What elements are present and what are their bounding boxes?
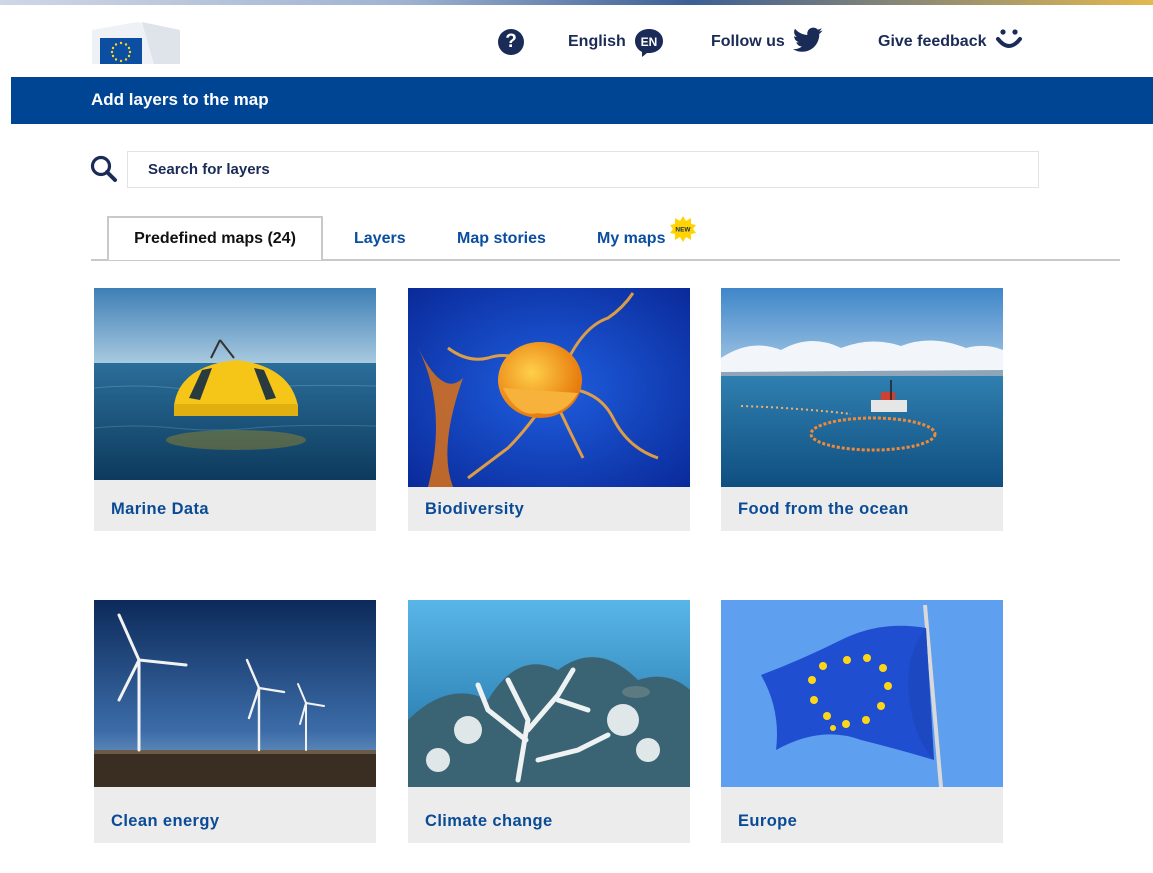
card-label: Europe (738, 812, 798, 830)
new-badge-text: NEW (675, 227, 691, 234)
card-label: Clean energy (111, 812, 220, 830)
search-input[interactable] (127, 151, 1039, 188)
card-label: Climate change (425, 812, 553, 830)
twitter-bird-icon (792, 27, 823, 58)
site-header: ? English EN Follow us Give feedback (0, 5, 1153, 77)
card-climate-change[interactable]: Climate change (408, 600, 690, 843)
biodiversity-image (408, 288, 690, 487)
card-food-from-the-ocean[interactable]: Food from the ocean (721, 288, 1003, 531)
card-label: Biodiversity (425, 500, 525, 518)
language-bubble-icon: EN (634, 29, 664, 57)
card-label: Food from the ocean (738, 500, 909, 518)
smiley-icon (995, 27, 1023, 58)
card-clean-energy[interactable]: Clean energy (94, 600, 376, 843)
card-label: Marine Data (111, 500, 209, 518)
page-title: Add layers to the map (91, 90, 269, 109)
europe-image (721, 600, 1003, 787)
eu-flag-logo-icon[interactable] (92, 20, 182, 66)
card-marine-data[interactable]: Marine Data (94, 288, 376, 531)
language-code: EN (640, 35, 657, 49)
language-label: English (568, 33, 626, 50)
climate-change-image (408, 600, 690, 787)
tab-predefined-maps[interactable]: Predefined maps (24) (107, 216, 323, 260)
clean-energy-image (94, 600, 376, 787)
search-icon[interactable] (89, 154, 119, 184)
help-icon: ? (498, 29, 524, 55)
tab-map-stories[interactable]: Map stories (457, 218, 546, 260)
language-selector[interactable]: English EN (568, 27, 664, 57)
give-feedback-link[interactable]: Give feedback (878, 27, 1023, 57)
food-from-the-ocean-image (721, 288, 1003, 487)
follow-label: Follow us (711, 33, 785, 50)
card-europe[interactable]: Europe (721, 600, 1003, 843)
feedback-label: Give feedback (878, 33, 987, 50)
marine-data-image (94, 288, 376, 480)
page-title-bar: Add layers to the map (11, 77, 1153, 124)
tab-layers[interactable]: Layers (354, 218, 406, 260)
card-biodiversity[interactable]: Biodiversity (408, 288, 690, 531)
help-button[interactable]: ? (498, 27, 524, 57)
tab-my-maps[interactable]: My maps (597, 218, 665, 260)
follow-us-link[interactable]: Follow us (711, 27, 823, 57)
new-burst-icon: NEW (669, 215, 697, 243)
